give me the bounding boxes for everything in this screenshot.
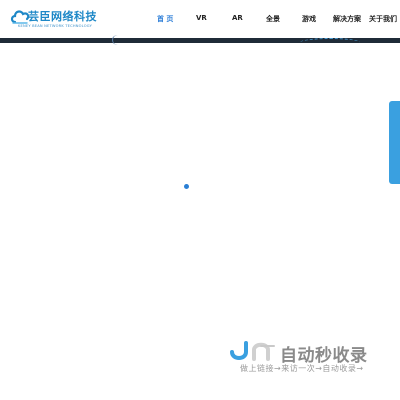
nav-item-about[interactable]: 关于我们 (369, 14, 397, 24)
main-nav: 首 页 VR AR 全景 游戏 解决方案 关于我们 (0, 0, 400, 38)
banner-decoration (300, 38, 360, 47)
watermark-subtitle: 做上链接→来访一次→自动收录→ (240, 364, 364, 373)
side-float-tab[interactable] (389, 101, 400, 184)
nav-item-home[interactable]: 首 页 (157, 14, 173, 24)
nav-item-solutions[interactable]: 解决方案 (333, 14, 361, 24)
site-header: 芸臣网络科技 KENEY BEAN NETWORK TECHNOLOGY 首 页… (0, 0, 400, 38)
link-logo-icon (230, 341, 275, 361)
nav-item-ar[interactable]: AR (232, 14, 243, 22)
nav-item-vr[interactable]: VR (196, 14, 207, 22)
banner-decoration (112, 35, 123, 45)
nav-item-games[interactable]: 游戏 (302, 14, 316, 24)
loading-indicator (184, 184, 189, 189)
nav-item-panorama[interactable]: 全景 (266, 14, 280, 24)
watermark: 自动秒收录 做上链接→来访一次→自动收录→ (228, 340, 388, 380)
banner-strip (0, 35, 400, 45)
